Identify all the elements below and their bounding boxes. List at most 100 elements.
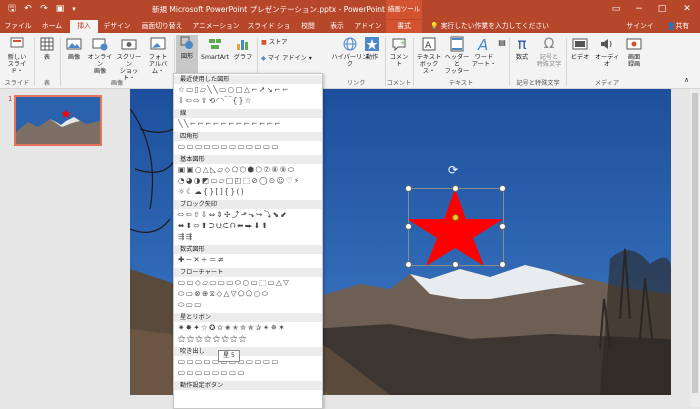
slide-thumbnail[interactable]	[14, 95, 102, 146]
wordart-button[interactable]: A ワード アート・	[471, 36, 497, 68]
share-button[interactable]: 👤共有	[660, 20, 696, 33]
shape-row[interactable]: ⇨⇦⇧⇩⇔⇕✣⤴⬏⬎↪⤵⬊⬋	[178, 210, 320, 220]
resize-handle[interactable]	[405, 223, 412, 230]
resize-handle[interactable]	[452, 185, 459, 192]
shape-row[interactable]: ⇩⇦⇨⇧⟲◜◝⁀{}☆	[178, 96, 320, 106]
shapes-button[interactable]: 図形	[176, 35, 198, 73]
graph-button[interactable]: グラフ	[232, 36, 254, 61]
tab-addins[interactable]: アドイン	[354, 20, 382, 33]
minimize-icon[interactable]: −	[628, 0, 650, 19]
table-button[interactable]: 表	[36, 36, 58, 61]
resize-handle[interactable]	[499, 185, 506, 192]
tab-design[interactable]: デザイン	[102, 20, 132, 33]
comment-button[interactable]: + コメント	[387, 36, 411, 68]
adjust-handle[interactable]	[452, 214, 459, 221]
group-table-label: 表	[43, 80, 51, 87]
equation-button[interactable]: π 数式	[511, 36, 533, 61]
image-button[interactable]: 画像	[62, 36, 86, 61]
shape-section-heading: 四角形	[174, 132, 322, 141]
store-icon: ■	[261, 39, 267, 46]
tab-file[interactable]: ファイル	[4, 20, 32, 33]
scrollbar-thumb[interactable]	[692, 93, 698, 393]
shape-row[interactable]: ⬭▭⊗⊕⧖◇△▽⬠⬠○⬭	[178, 289, 320, 299]
redo-icon[interactable]: ↷	[38, 3, 50, 15]
shape-row[interactable]: ◔◕◑◩▭▱□◰⬚⊘◯⊙☺♡⚡	[178, 176, 320, 186]
screenshot-button[interactable]: スクリーン ショット・	[114, 36, 144, 82]
audio-button[interactable]: オーディオ	[592, 36, 622, 68]
shape-row[interactable]: ▭▭◇▱▭▭▭⬭○▭⬚▭△▽	[178, 278, 320, 288]
tab-review[interactable]: 校閲	[296, 20, 320, 33]
resize-handle[interactable]	[405, 261, 412, 268]
addins-icon: ◆	[261, 55, 266, 62]
picture-icon	[66, 38, 82, 50]
shape-row[interactable]: ╲╲⌐⌐⌐⌐⌐⌐⌐⌐⌐⌐⌐⌐	[178, 119, 320, 129]
start-slideshow-icon[interactable]: ▣	[54, 3, 66, 15]
resize-handle[interactable]	[499, 261, 506, 268]
shape-section-heading: 動作設定ボタン	[174, 381, 322, 390]
shape-section-heading: 吹き出し	[174, 347, 322, 356]
tab-animations[interactable]: アニメーション	[192, 20, 240, 33]
shape-row[interactable]: ▭▭▭▭▭▭▭▭▭▭▭▭	[178, 142, 320, 152]
my-addins-button[interactable]: ◆ マイ アドイン ▾	[261, 55, 321, 62]
tab-slideshow[interactable]: スライド ショー	[245, 20, 293, 43]
group-symbols-label: 記号と特殊文字	[516, 80, 560, 87]
tab-view[interactable]: 表示	[325, 20, 349, 33]
shape-row[interactable]: ✷✸✦☆✪✫✬✭✮✯✰✴✵✶	[178, 323, 320, 333]
store-button[interactable]: ■ ストア	[261, 39, 301, 46]
shape-row[interactable]: ✚−✕÷＝≠	[178, 255, 320, 265]
tell-me-box[interactable]: 💡 実行したい作業を入力してください	[430, 20, 549, 33]
maximize-icon[interactable]: □	[651, 0, 673, 19]
tab-format[interactable]: 書式	[386, 20, 422, 33]
tab-home[interactable]: ホーム	[38, 20, 66, 33]
table-label: 表	[43, 54, 51, 61]
customize-quick-access-icon[interactable]: ▾	[68, 3, 80, 15]
chart-icon	[237, 40, 248, 50]
text-more-icon[interactable]: ▤	[497, 39, 507, 47]
screen-record-button[interactable]: 画面 録画	[622, 36, 646, 68]
collapse-ribbon-icon[interactable]: ∧	[684, 77, 689, 84]
save-icon[interactable]: 🖫	[6, 3, 18, 15]
shape-row[interactable]: ▣▣○△◺▱◇⬠⬡⬢⬡⑦⑧⑨⬭	[178, 165, 320, 175]
wordart-label: ワード	[474, 54, 494, 61]
undo-icon[interactable]: ↶	[22, 3, 34, 15]
action-button[interactable]: 動作	[362, 36, 382, 61]
textbox-label-2: ボックス・	[419, 61, 439, 75]
shape-row[interactable]: ▭▭▭▭▭▭▭▭	[178, 368, 320, 378]
tab-transitions[interactable]: 画面切り替え	[138, 20, 186, 33]
tab-insert[interactable]: 挿入	[70, 20, 98, 33]
wordart-icon: A	[477, 36, 488, 52]
image-label: 画像	[67, 54, 81, 61]
close-icon[interactable]: ✕	[676, 0, 698, 19]
symbol-button[interactable]: Ω 記号と 特殊文字	[535, 36, 563, 68]
signin-link[interactable]: サインイン	[624, 20, 656, 43]
resize-handle[interactable]	[405, 185, 412, 192]
thumbnail-image	[16, 97, 100, 144]
textbox-button[interactable]: A テキスト ボックス・	[415, 36, 443, 75]
online-image-label-2: 画像	[93, 68, 107, 75]
new-slide-button[interactable]: 新しい スライド・	[3, 36, 31, 75]
video-button[interactable]: ビデオ	[568, 36, 592, 61]
photo-album-label-2: アルバム・	[148, 61, 168, 75]
rotate-handle-icon[interactable]: ⟳	[448, 163, 458, 177]
shape-row[interactable]: ⬭▭▭	[178, 300, 320, 310]
smartart-button[interactable]: SmartArt	[199, 36, 231, 61]
lightbulb-icon: 💡	[430, 22, 441, 30]
vertical-scrollbar[interactable]	[690, 89, 700, 407]
ribbon-display-options-icon[interactable]: ▭	[605, 0, 627, 19]
shape-row[interactable]: ☆▭▯▱╲╲▭○▢△⌐↗↘⌐⌐	[178, 85, 320, 95]
shape-row[interactable]: ☼☾☁{}[]{}()	[178, 187, 320, 197]
share-label: 共有	[675, 22, 690, 30]
resize-handle[interactable]	[499, 223, 506, 230]
shape-row[interactable]: ▭▭▭▭▭▭▭▭▭▭▭▭	[178, 357, 320, 367]
shape-row[interactable]: ⬌⬍⬄⬆⮊⮋⮈⮉⬅⮕⬇⬆	[178, 221, 320, 231]
shape-row[interactable]: ⚝⚝⚝⚝⚝⚝⚝⚝	[178, 334, 320, 344]
online-picture-icon	[92, 38, 108, 51]
shape-row[interactable]: ⇶⇶	[178, 232, 320, 242]
screenshot-label: スクリーン	[116, 54, 142, 68]
contextual-tool-label: 描画ツール	[386, 0, 422, 19]
online-image-button[interactable]: オンライン 画像	[86, 36, 114, 75]
header-footer-button[interactable]: ヘッダーと フッター	[443, 36, 471, 75]
resize-handle[interactable]	[452, 261, 459, 268]
photo-album-button[interactable]: フォト アルバム・	[144, 36, 172, 75]
group-slide-label: スライド	[4, 80, 30, 87]
